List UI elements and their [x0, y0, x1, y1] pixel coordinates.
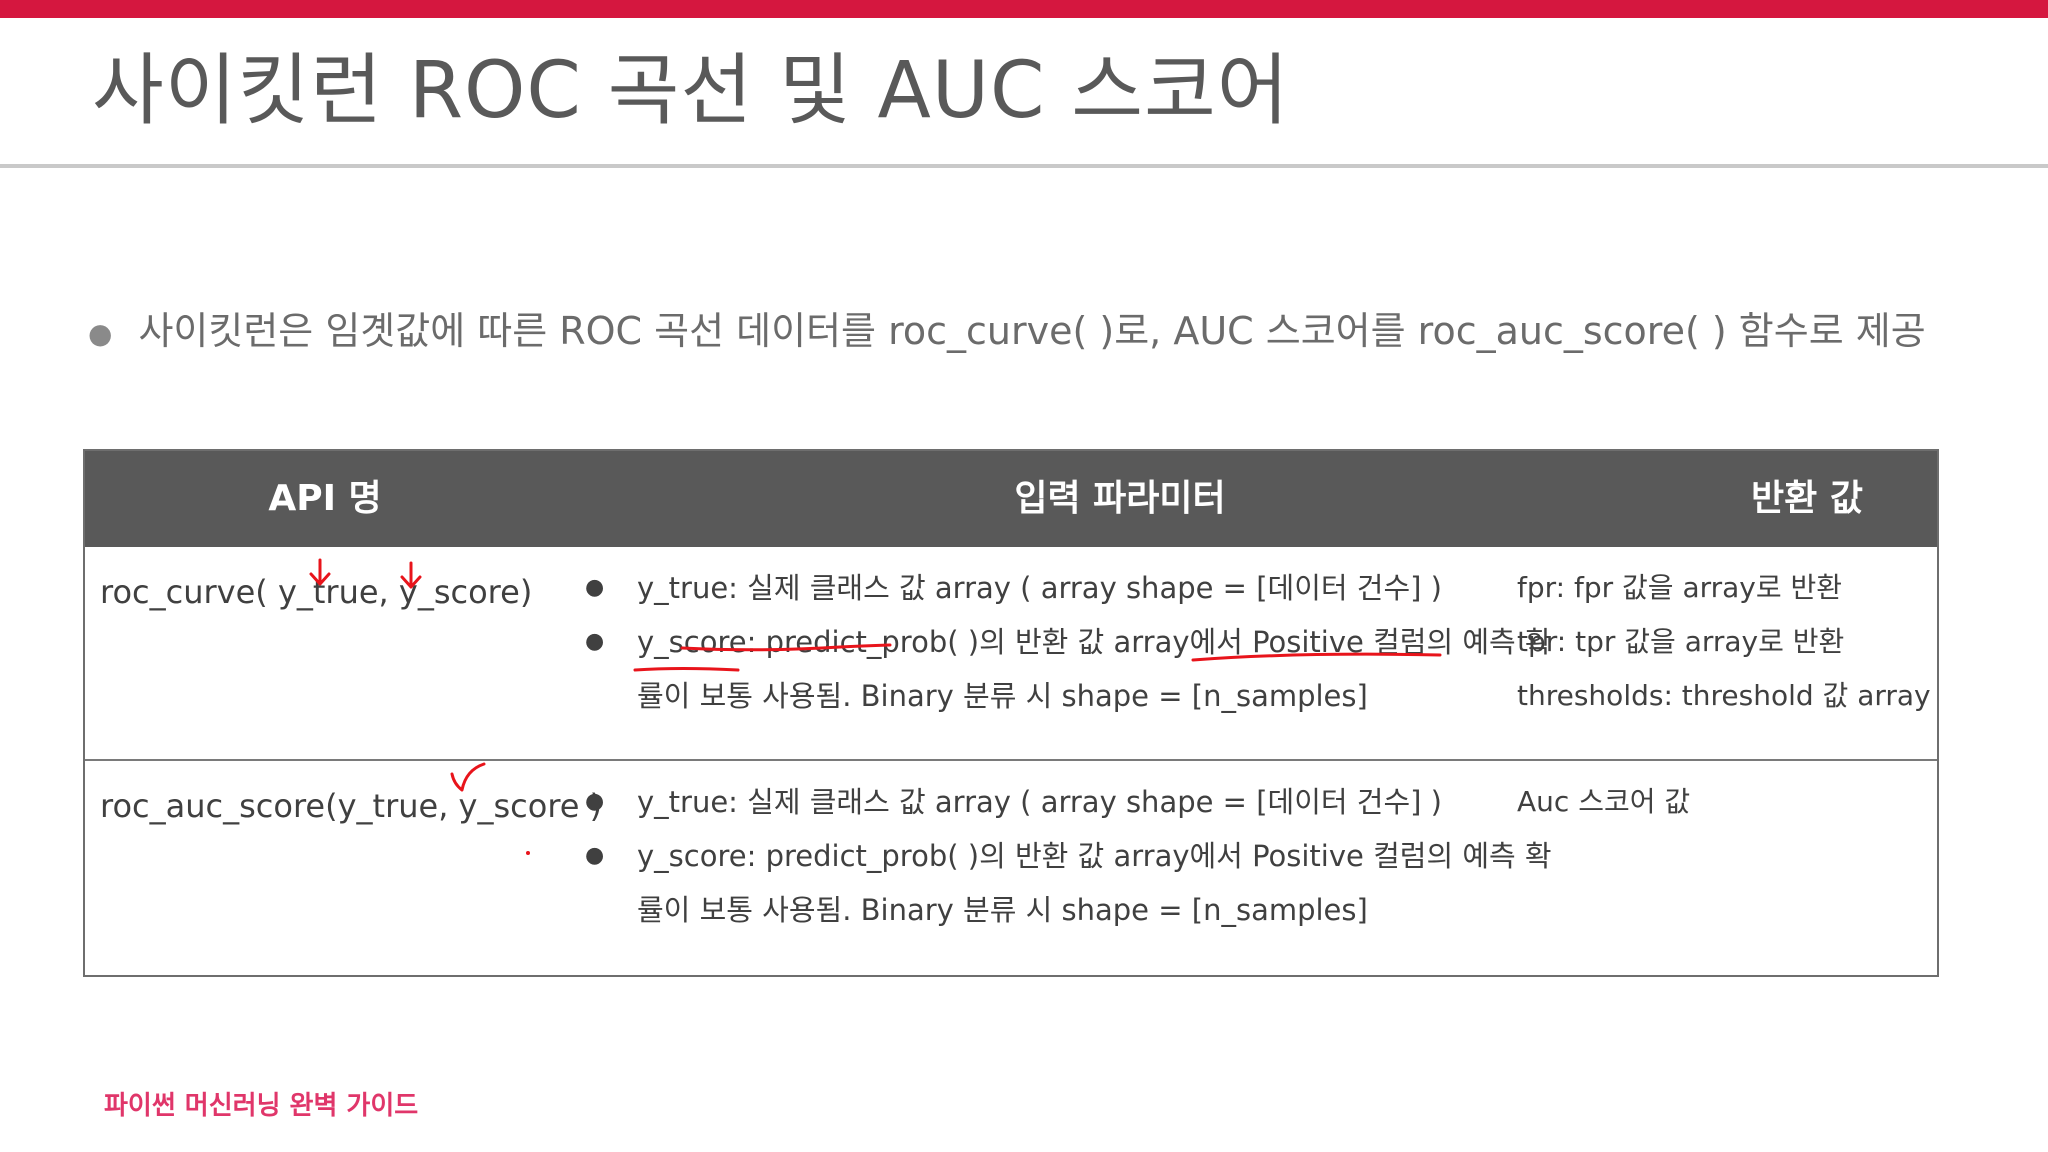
param-text: y_score: predict_prob( )의 반환 값 array에서 P… — [637, 839, 1552, 873]
param-item: ● y_true: 실제 클래스 값 array ( array shape = … — [585, 561, 1595, 615]
api-name-cell: roc_auc_score(y_true, y_score ) — [100, 787, 603, 825]
header-return-value: 반환 값 — [1751, 478, 1863, 519]
bullet-dot-icon: ● — [585, 575, 605, 600]
slide-title: 사이킷런 ROC 곡선 및 AUC 스코어 — [92, 46, 1290, 136]
top-accent-bar — [0, 0, 2048, 18]
title-divider — [0, 164, 2048, 168]
returns-cell: fpr: fpr 값을 array로 반환 tpr: tpr 값을 array로… — [1517, 561, 1937, 723]
params-cell: ● y_true: 실제 클래스 값 array ( array shape = … — [585, 561, 1595, 723]
param-text: y_score: predict_prob( )의 반환 값 array에서 P… — [637, 625, 1552, 659]
bullet-dot-icon: ● — [585, 843, 605, 868]
table-row-roc-curve: roc_curve( y_true, y_score) ● y_true: 실제 … — [85, 547, 1937, 761]
header-api-name: API 명 — [268, 478, 382, 519]
table-header: API 명 입력 파라미터 반환 값 — [85, 451, 1937, 547]
return-line: Auc 스코어 값 — [1517, 785, 1691, 818]
intro-bullet: ● 사이킷런은 임곗값에 따른 ROC 곡선 데이터를 roc_curve( )로… — [88, 300, 1926, 355]
return-line: fpr: fpr 값을 array로 반환 — [1517, 571, 1843, 604]
bullet-dot-icon: ● — [585, 789, 605, 814]
return-line: tpr: tpr 값을 array로 반환 — [1517, 625, 1845, 658]
param-continuation: 률이 보통 사용됨. Binary 분류 시 shape = [n_sample… — [637, 679, 1368, 713]
intro-bullet-text: 사이킷런은 임곗값에 따른 ROC 곡선 데이터를 roc_curve( )로,… — [138, 309, 1926, 353]
param-text: y_true: 실제 클래스 값 array ( array shape = [… — [637, 785, 1442, 819]
returns-cell: Auc 스코어 값 — [1517, 775, 1937, 829]
param-text: y_true: 실제 클래스 값 array ( array shape = [… — [637, 571, 1442, 605]
footer-book-title: 파이썬 머신러닝 완벽 가이드 — [104, 1091, 419, 1121]
bullet-dot-icon: ● — [585, 629, 605, 654]
params-cell: ● y_true: 실제 클래스 값 array ( array shape = … — [585, 775, 1595, 937]
header-input-params: 입력 파라미터 — [1014, 478, 1226, 519]
api-table: API 명 입력 파라미터 반환 값 roc_curve( y_true, y_… — [83, 449, 1939, 977]
param-item: ● y_score: predict_prob( )의 반환 값 array에서 … — [585, 829, 1595, 883]
api-name-cell: roc_curve( y_true, y_score) — [100, 573, 533, 611]
return-line: thresholds: threshold 값 array — [1517, 679, 1931, 712]
param-item: ● y_score: predict_prob( )의 반환 값 array에서 … — [585, 615, 1595, 669]
param-item: ● y_true: 실제 클래스 값 array ( array shape = … — [585, 775, 1595, 829]
bullet-dot-icon: ● — [88, 317, 113, 350]
table-row-roc-auc-score: roc_auc_score(y_true, y_score ) ● y_true:… — [85, 761, 1937, 977]
param-continuation: 률이 보통 사용됨. Binary 분류 시 shape = [n_sample… — [637, 893, 1368, 927]
